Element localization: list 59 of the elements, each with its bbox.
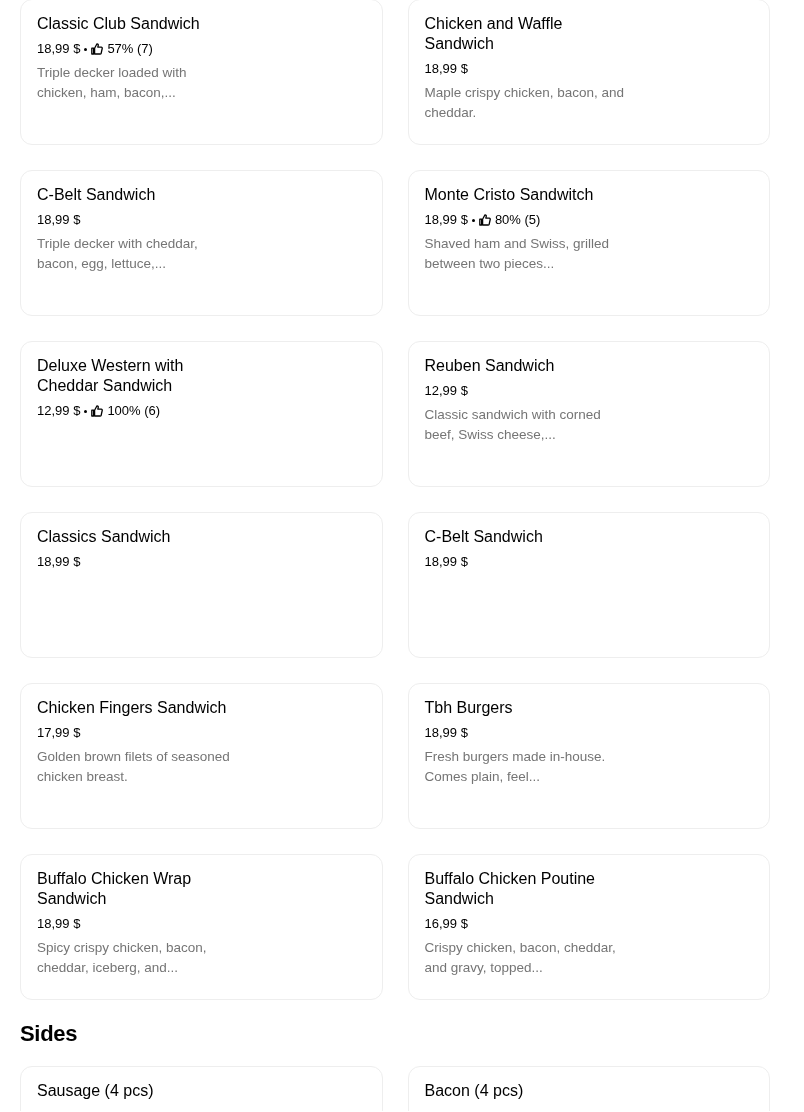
thumbs-up-icon [478, 214, 491, 226]
item-description: Crispy chicken, bacon, cheddar, and gravy, topped... [424, 939, 617, 977]
item-price: 18,99 $ [424, 724, 468, 742]
item-description: Maple crispy chicken, bacon, and cheddar. [424, 84, 625, 122]
menu-item-card[interactable]: Classics Sandwich 18,99 $ [20, 512, 383, 658]
thumbs-up-icon [91, 405, 104, 417]
item-title: Bacon (4 pcs) [424, 1081, 525, 1101]
item-price: 16,99 $ [424, 915, 468, 933]
item-rating: 57% (7) [107, 40, 153, 58]
separator-dot [84, 47, 88, 51]
item-title: Buffalo Chicken Wrap Sandwich [37, 869, 193, 909]
menu-item-card[interactable]: Bacon (4 pcs) [407, 1066, 770, 1111]
menu-item-card[interactable]: Monte Cristo Sandwitch 18,99 $ 80% (5) Shaved ham and Swiss, grilled between two pieces... [407, 170, 770, 316]
item-description: Classic sandwich with corned beef, Swiss cheese,... [424, 406, 602, 444]
menu-item-card[interactable]: Reuben Sandwich 12,99 $ Classic sandwich with corned beef, Swiss cheese,... [407, 341, 770, 487]
item-title: Chicken and Waffle Sandwich [424, 14, 564, 54]
menu-item-card[interactable]: C-Belt Sandwich 18,99 $ [407, 512, 770, 658]
item-description: Fresh burgers made in-house. Comes plain, feel... [424, 748, 607, 786]
item-description: Spicy crispy chicken, bacon, cheddar, iceberg, and... [37, 939, 208, 977]
item-title: Monte Cristo Sandwitch [424, 185, 595, 205]
menu-item-card[interactable]: Chicken and Waffle Sandwich 18,99 $ Maple crispy chicken, bacon, and cheddar. [407, 0, 770, 145]
item-price: 17,99 $ [37, 724, 81, 742]
menu-item-card[interactable]: Classic Club Sandwich 18,99 $ 57% (7) Triple decker loaded with chicken, ham, bacon,... [20, 0, 383, 145]
item-title: Buffalo Chicken Poutine Sandwich [424, 869, 596, 909]
menu-item-card[interactable]: C-Belt Sandwich 18,99 $ Triple decker with cheddar, bacon, egg, lettuce,... [20, 170, 383, 316]
item-price: 12,99 $ [37, 402, 81, 420]
menu-item-card[interactable]: Chicken Fingers Sandwich 17,99 $ Golden brown filets of seasoned chicken breast. [20, 683, 383, 829]
item-title: C-Belt Sandwich [424, 527, 544, 547]
item-rating: 100% (6) [107, 402, 161, 420]
item-price: 18,99 $ [37, 211, 81, 229]
item-description: Shaved ham and Swiss, grilled between two pieces... [424, 235, 611, 273]
item-rating: 80% (5) [494, 211, 541, 229]
item-description: Triple decker loaded with chicken, ham, bacon,... [37, 64, 188, 102]
item-description: Triple decker with cheddar, bacon, egg, lettuce,... [37, 235, 199, 273]
item-title: Classics Sandwich [37, 527, 172, 547]
item-price: 18,99 $ [424, 60, 468, 78]
item-title: Chicken Fingers Sandwich [37, 698, 228, 718]
thumbs-up-icon [91, 43, 104, 55]
menu-item-card[interactable]: Buffalo Chicken Wrap Sandwich 18,99 $ Spicy crispy chicken, bacon, cheddar, iceberg, and... [20, 854, 383, 1000]
item-title: Tbh Burgers [424, 698, 514, 718]
item-title: Deluxe Western with Cheddar Sandwich [37, 356, 185, 396]
menu-item-card[interactable]: Deluxe Western with Cheddar Sandwich 12,99 $ 100% (6) [20, 341, 383, 487]
section-heading: Sides [20, 1020, 79, 1048]
item-price: 12,99 $ [424, 382, 468, 400]
separator-dot [84, 409, 88, 413]
menu-item-card[interactable]: Tbh Burgers 18,99 $ Fresh burgers made in-house. Comes plain, feel... [407, 683, 770, 829]
item-title: Sausage (4 pcs) [37, 1081, 155, 1101]
menu-item-card[interactable]: Buffalo Chicken Poutine Sandwich 16,99 $ Crispy chicken, bacon, cheddar, and gravy, topped... [407, 854, 770, 1000]
item-price: 18,99 $ [37, 40, 81, 58]
menu-item-card[interactable]: Sausage (4 pcs) [20, 1066, 383, 1111]
item-price: 18,99 $ [424, 553, 468, 571]
item-price: 18,99 $ [37, 915, 81, 933]
item-title: Reuben Sandwich [424, 356, 556, 376]
item-price: 18,99 $ [37, 553, 81, 571]
item-price: 18,99 $ [424, 211, 468, 229]
separator-dot [471, 218, 475, 222]
item-title: C-Belt Sandwich [37, 185, 157, 205]
item-description: Golden brown filets of seasoned chicken breast. [37, 748, 231, 786]
item-title: Classic Club Sandwich [37, 14, 201, 34]
